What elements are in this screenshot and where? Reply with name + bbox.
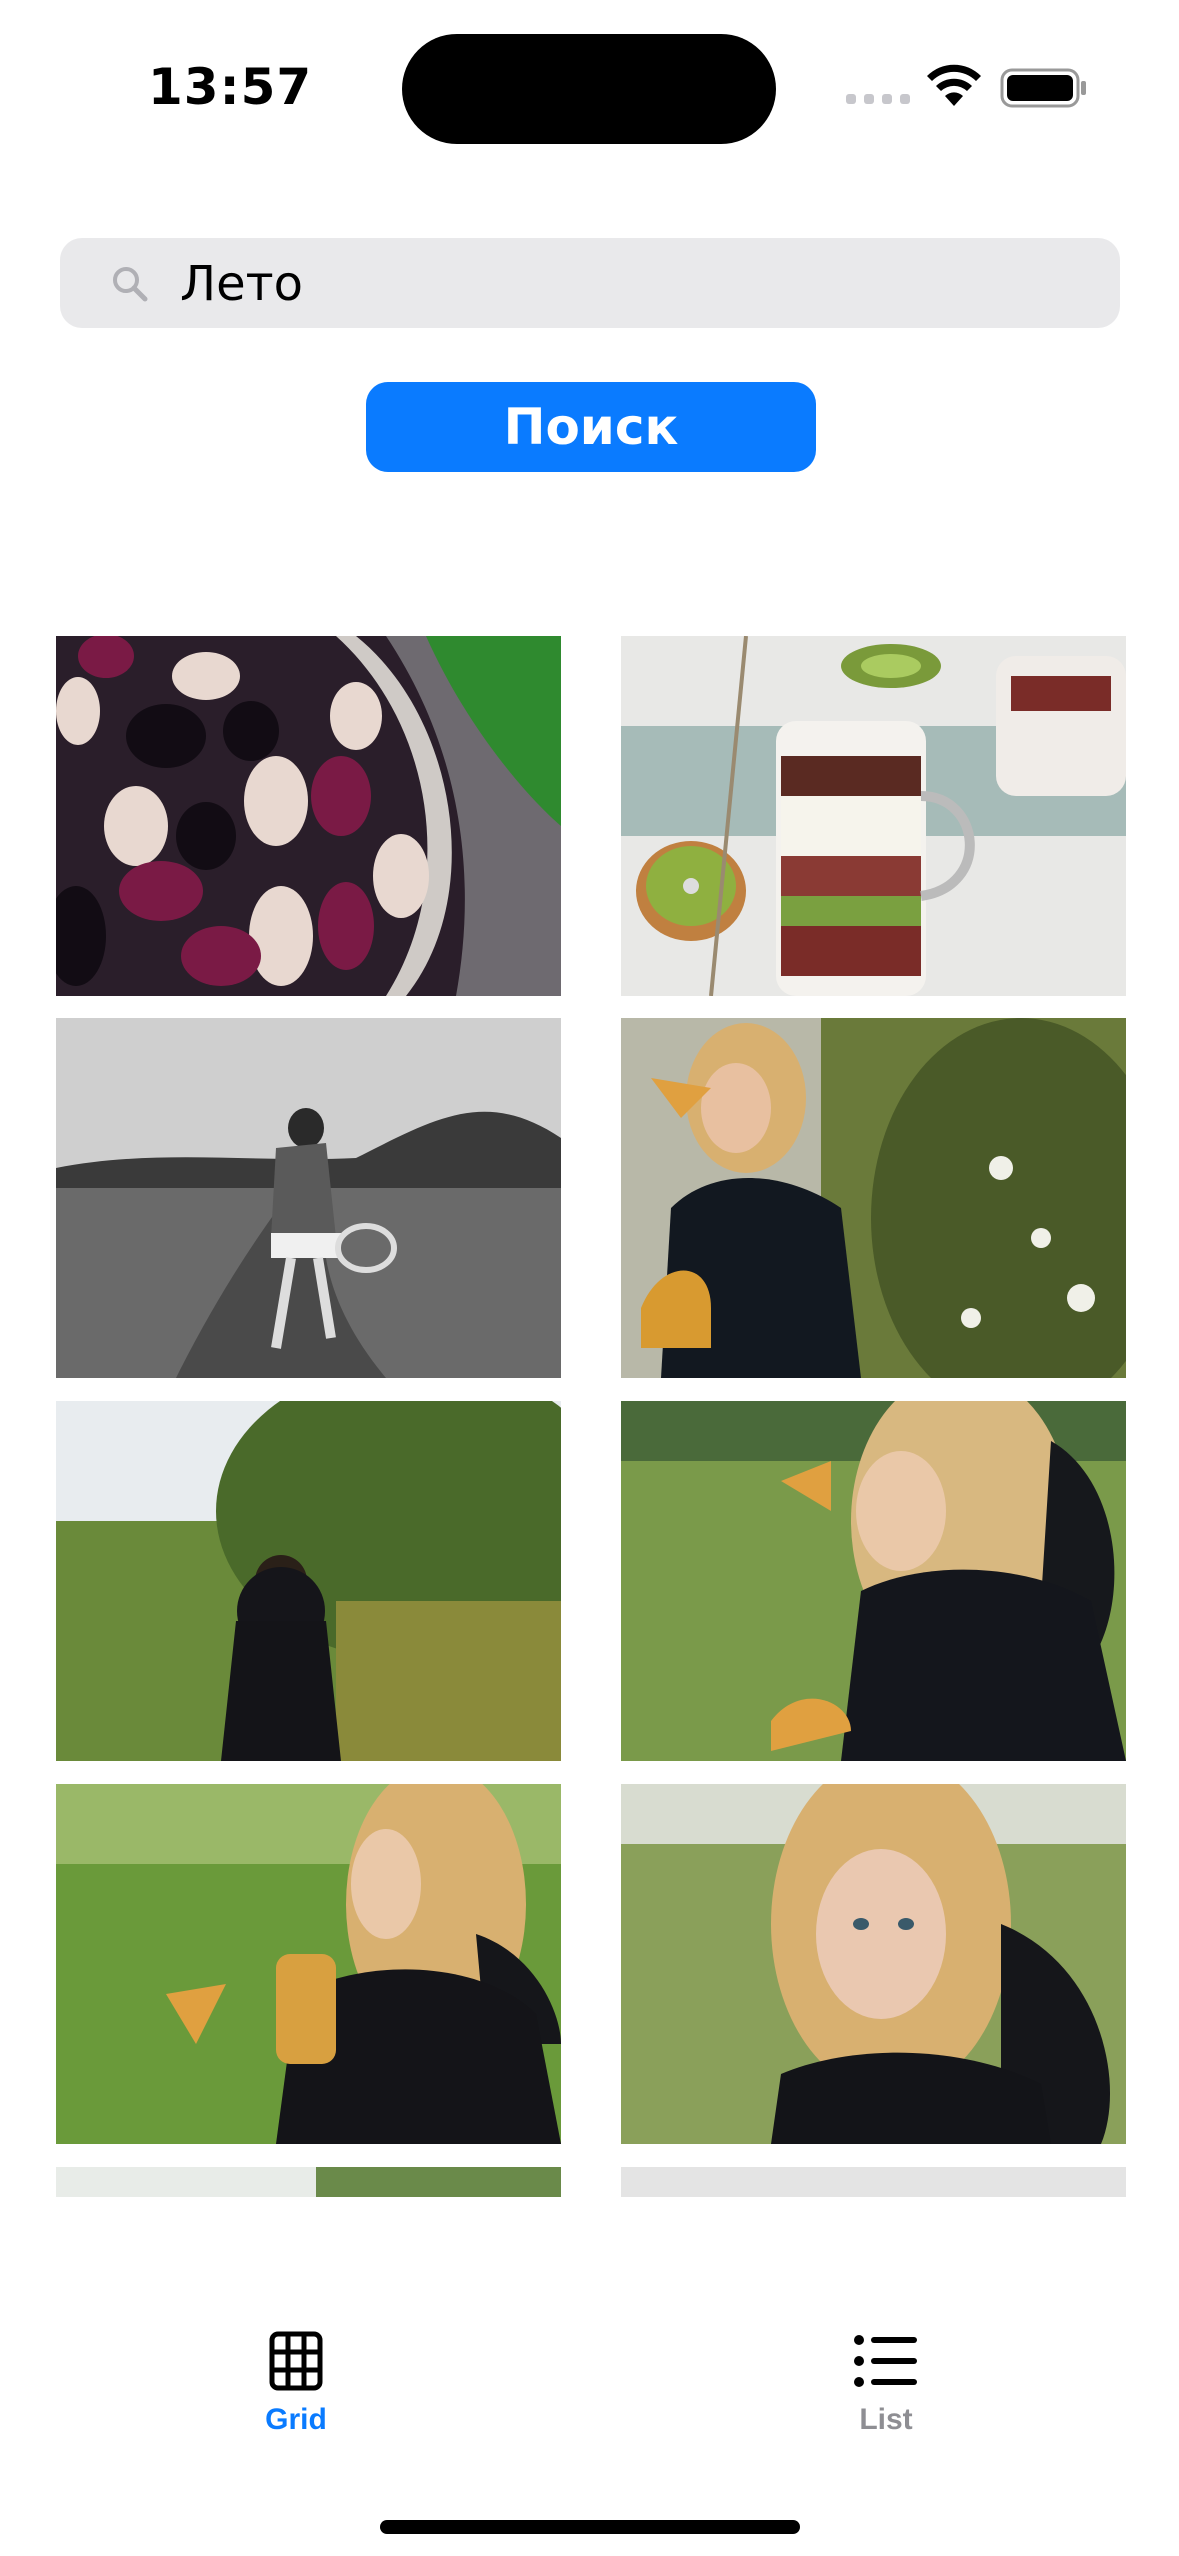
photo-woman-field-hat[interactable] [56, 1401, 561, 1761]
tab-list[interactable]: List [786, 2330, 986, 2460]
photo-woman-portrait[interactable] [621, 1784, 1126, 2144]
grid-icon [269, 2331, 323, 2391]
photo-woman-chanterelles[interactable] [621, 1018, 1126, 1378]
home-indicator [380, 2520, 800, 2534]
battery-icon [1000, 68, 1086, 108]
search-icon [113, 267, 148, 302]
photo-running-bw[interactable] [56, 1018, 561, 1378]
tab-grid-label: Grid [265, 2403, 327, 2436]
search-field[interactable]: Лето [60, 238, 1120, 328]
tab-grid[interactable]: Grid [196, 2330, 396, 2460]
wifi-icon [927, 64, 981, 106]
photo-woman-jar[interactable] [56, 1784, 561, 2144]
photo-partial-right[interactable] [621, 2167, 1126, 2197]
tab-list-label: List [859, 2403, 913, 2436]
photo-dessert-glass[interactable] [621, 636, 1126, 996]
search-input-value: Лето [180, 256, 303, 312]
cellular-signal-icon [846, 94, 910, 104]
photo-mulberries[interactable] [56, 636, 561, 996]
photo-woman-smelling[interactable] [621, 1401, 1126, 1761]
list-icon [854, 2335, 917, 2387]
status-time: 13:57 [148, 58, 313, 116]
dynamic-island [402, 34, 776, 144]
search-button[interactable]: Поиск [366, 382, 816, 472]
photo-partial-left[interactable] [56, 2167, 561, 2197]
